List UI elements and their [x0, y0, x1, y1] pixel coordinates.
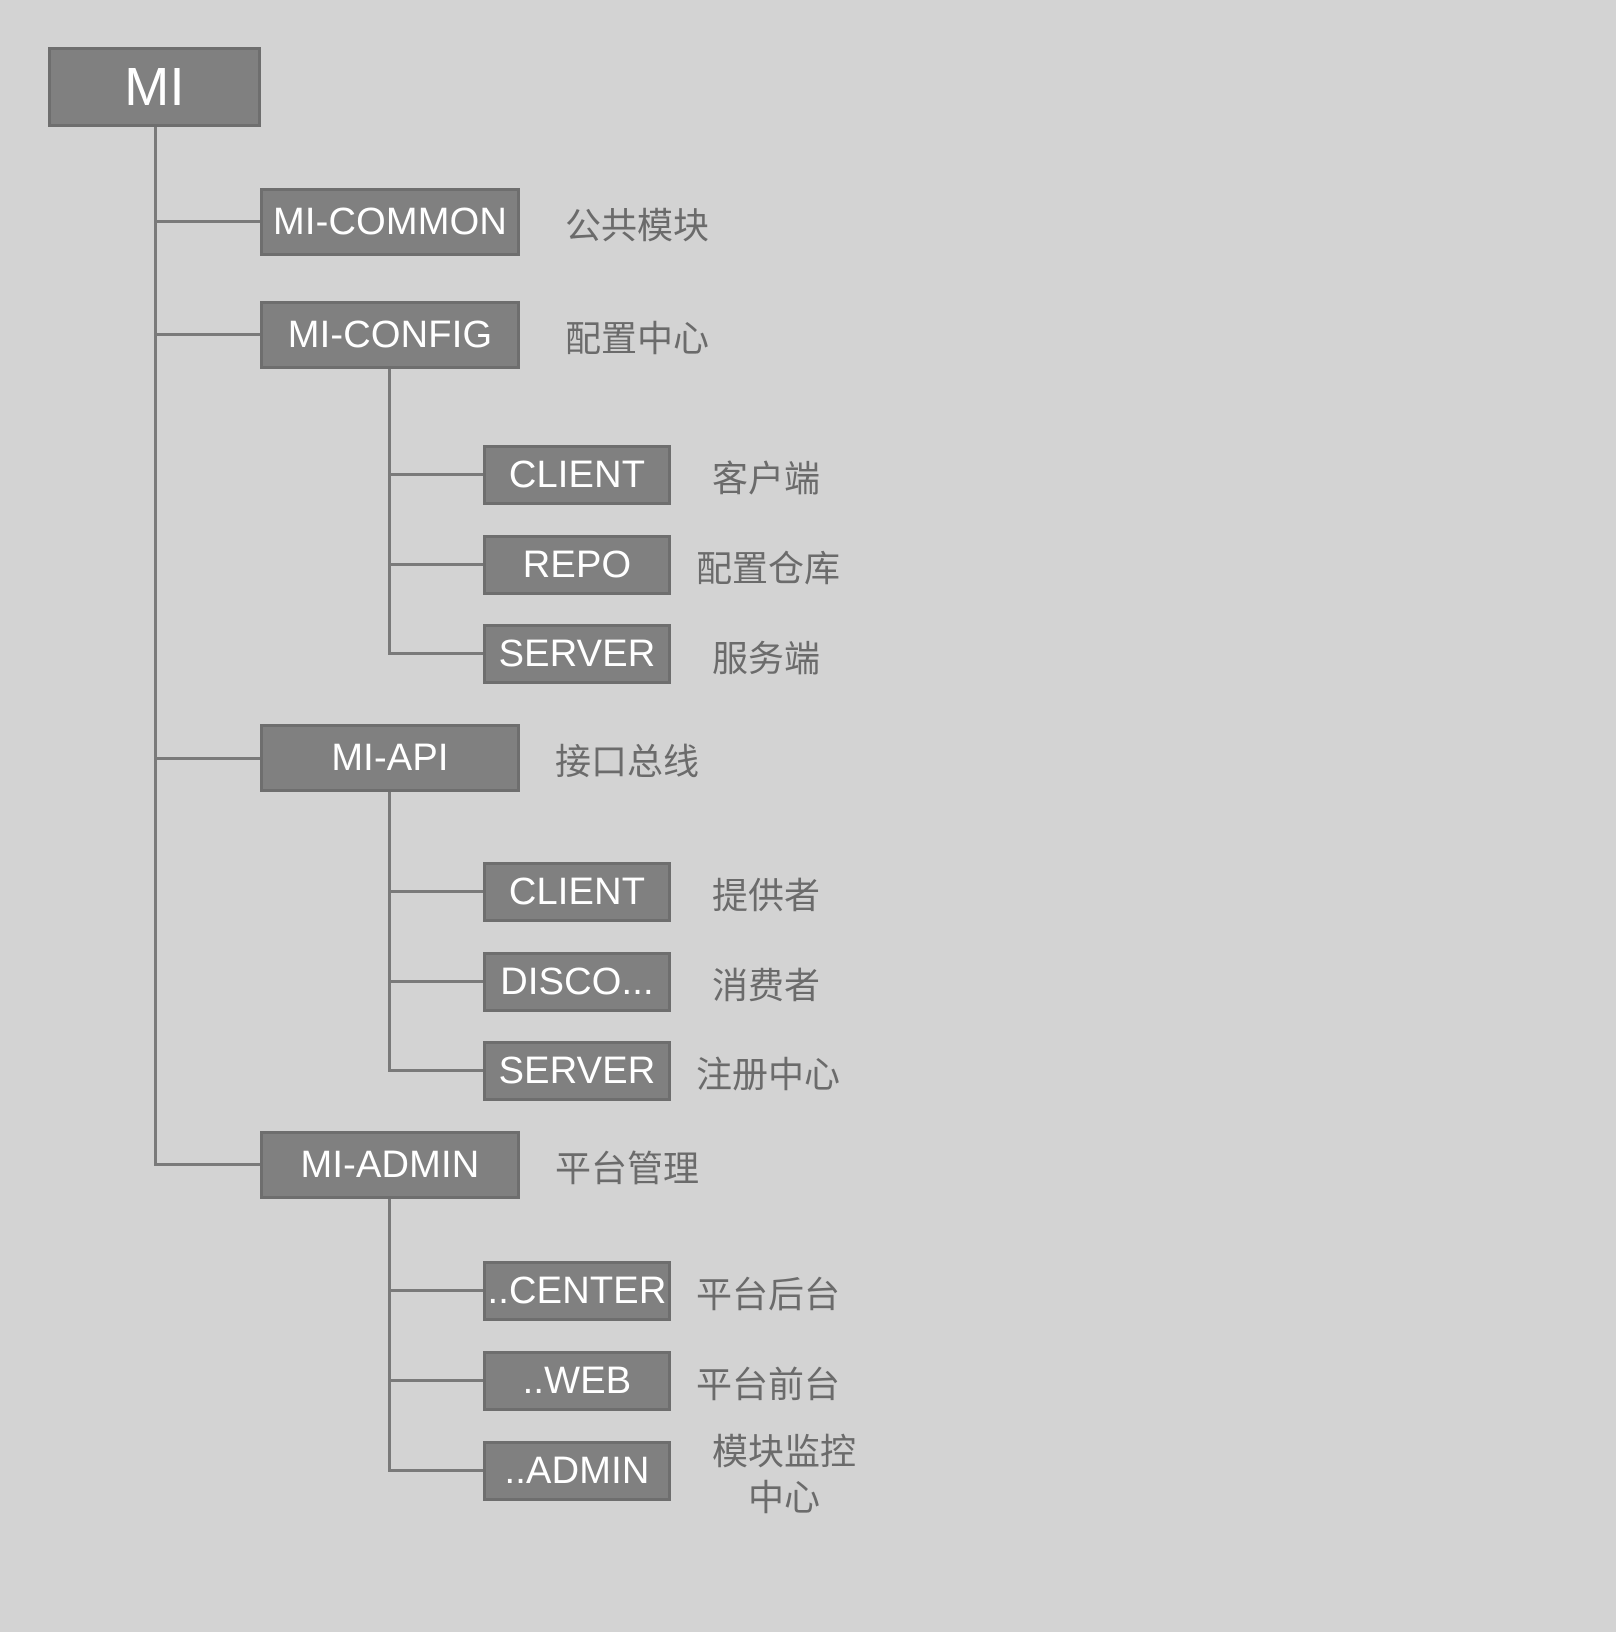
node-label: ..WEB: [522, 1359, 632, 1402]
note-admin-center: 平台后台: [696, 1274, 841, 1315]
node-config-client[interactable]: CLIENT: [483, 445, 671, 505]
node-api-client[interactable]: CLIENT: [483, 862, 671, 922]
note-api-server: 注册中心: [696, 1054, 841, 1095]
node-label: ..CENTER: [487, 1269, 667, 1312]
note-config-repo: 配置仓库: [696, 548, 841, 589]
config-children-vertical-line: [388, 369, 391, 652]
node-label: REPO: [522, 543, 632, 586]
node-config-repo[interactable]: REPO: [483, 535, 671, 595]
trunk-vertical-line: [154, 127, 157, 1166]
node-label: MI-CONFIG: [287, 313, 493, 356]
node-label: DISCO...: [500, 960, 654, 1003]
node-admin-web[interactable]: ..WEB: [483, 1351, 671, 1411]
note-config-client: 客户端: [712, 458, 821, 499]
node-mi-root[interactable]: MI: [48, 47, 261, 127]
node-label: CLIENT: [508, 870, 646, 913]
node-label: CLIENT: [508, 453, 646, 496]
node-label: MI: [124, 57, 185, 117]
connector-mi-to-config: [154, 333, 263, 336]
node-api-discovery[interactable]: DISCO...: [483, 952, 671, 1012]
node-label: MI-ADMIN: [300, 1143, 480, 1186]
node-mi-common[interactable]: MI-COMMON: [260, 188, 520, 256]
note-api-discovery: 消费者: [712, 965, 821, 1006]
node-mi-config[interactable]: MI-CONFIG: [260, 301, 520, 369]
node-label: MI-COMMON: [273, 200, 507, 243]
note-mi-common: 公共模块: [565, 205, 710, 246]
node-label: MI-API: [331, 736, 449, 779]
note-admin-web: 平台前台: [696, 1364, 841, 1405]
note-api-client: 提供者: [712, 875, 821, 916]
node-admin-center[interactable]: ..CENTER: [483, 1261, 671, 1321]
note-mi-admin: 平台管理: [555, 1148, 700, 1189]
node-label: ..ADMIN: [504, 1449, 650, 1492]
node-mi-api[interactable]: MI-API: [260, 724, 520, 792]
note-mi-api: 接口总线: [555, 741, 700, 782]
api-children-vertical-line: [388, 792, 391, 1070]
admin-children-vertical-line: [388, 1199, 391, 1471]
node-api-server[interactable]: SERVER: [483, 1041, 671, 1101]
note-admin-module: 模块监控 中心: [711, 1431, 856, 1519]
connector-mi-to-admin: [154, 1163, 263, 1166]
node-label: SERVER: [498, 1049, 656, 1092]
connector-mi-to-api: [154, 757, 263, 760]
connector-mi-to-common: [154, 220, 263, 223]
node-config-server[interactable]: SERVER: [483, 624, 671, 684]
tree-diagram-canvas: MI MI-COMMON 公共模块 MI-CONFIG 配置中心 CLIENT …: [0, 0, 1616, 1632]
note-config-server: 服务端: [712, 638, 821, 679]
node-label: SERVER: [498, 632, 656, 675]
node-mi-admin[interactable]: MI-ADMIN: [260, 1131, 520, 1199]
note-mi-config: 配置中心: [565, 318, 710, 359]
node-admin-module[interactable]: ..ADMIN: [483, 1441, 671, 1501]
